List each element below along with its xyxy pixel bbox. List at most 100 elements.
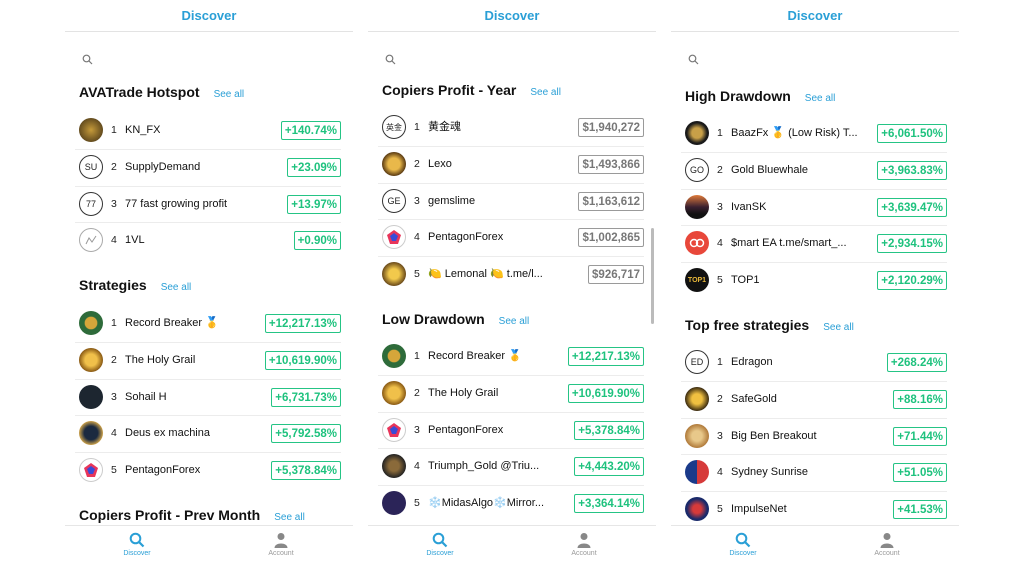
avatar xyxy=(382,344,406,368)
rank-number: 2 xyxy=(414,386,420,399)
tab-discover[interactable]: Discover xyxy=(97,532,177,557)
avatar xyxy=(79,311,103,335)
section-title: Low Drawdown xyxy=(382,311,485,327)
list-item[interactable]: TOP1 5 TOP1 +2,120.29% xyxy=(681,263,947,299)
list-item[interactable]: 2 The Holy Grail +10,619.90% xyxy=(378,376,644,413)
avatar: 英金 xyxy=(382,115,406,139)
list-item[interactable]: 4 $mart EA t.me/smart_... +2,934.15% xyxy=(681,226,947,264)
rank-number: 5 xyxy=(717,274,723,287)
list-item[interactable]: 4 PentagonForex $1,002,865 xyxy=(378,220,644,258)
discover-panel-3: Discover High Drawdown See all 1 BaazFx … xyxy=(671,0,959,572)
tab-label: Discover xyxy=(123,550,151,557)
list-item[interactable]: 1 Record Breaker 🥇 +12,217.13% xyxy=(378,339,644,376)
gain-badge: +12,217.13% xyxy=(567,347,644,366)
list-item[interactable]: 4 Deus ex machina +5,792.58% xyxy=(75,416,341,454)
list-item[interactable]: 3 Sohail H +6,731.73% xyxy=(75,380,341,417)
search-bar[interactable] xyxy=(368,32,656,65)
strategy-name: IvanSK xyxy=(731,200,767,213)
see-all-link[interactable]: See all xyxy=(161,282,192,293)
profit-badge: $1,940,272 xyxy=(578,118,644,137)
avatar xyxy=(382,262,406,287)
scrollbar[interactable] xyxy=(651,228,654,324)
list-item[interactable]: 3 Big Ben Breakout +71.44% xyxy=(681,419,947,456)
gain-badge: +4,443.20% xyxy=(574,457,644,477)
tab-account[interactable]: Account xyxy=(241,532,321,557)
list-item[interactable]: 2 SafeGold +88.16% xyxy=(681,382,947,419)
list-item[interactable]: GO 2 Gold Bluewhale +3,963.83% xyxy=(681,153,947,190)
avatar xyxy=(382,417,406,442)
list-item[interactable]: 1 Record Breaker 🥇 +12,217.13% xyxy=(75,306,341,343)
page-title: Discover xyxy=(671,0,959,32)
see-all-link[interactable]: See all xyxy=(274,512,305,523)
rank-number: 4 xyxy=(414,460,420,473)
strategy-name: ❄️MidasAlgo❄️Mirror... xyxy=(428,497,545,510)
tab-account[interactable]: Account xyxy=(544,532,624,557)
list-item[interactable]: 5 🍋 Lemonal 🍋 t.me/l... $926,717 xyxy=(378,257,644,293)
see-all-link[interactable]: See all xyxy=(214,89,245,100)
see-all-link[interactable]: See all xyxy=(530,87,561,98)
section-title: Strategies xyxy=(79,277,147,293)
list-item[interactable]: 2 The Holy Grail +10,619.90% xyxy=(75,343,341,380)
search-icon xyxy=(432,532,448,548)
gain-badge: +51.05% xyxy=(893,463,947,483)
discover-panel-2: Discover Copiers Profit - Year See all 英… xyxy=(368,0,656,572)
list-item[interactable]: 3 PentagonForex +5,378.84% xyxy=(378,413,644,450)
gain-badge: +23.09% xyxy=(287,157,341,177)
see-all-link[interactable]: See all xyxy=(823,322,854,333)
tab-account[interactable]: Account xyxy=(847,532,927,557)
list-item[interactable]: 3 IvanSK +3,639.47% xyxy=(681,190,947,227)
tab-label: Account xyxy=(268,550,294,557)
gain-badge: +71.44% xyxy=(893,426,947,446)
list-item[interactable]: 4 Sydney Sunrise +51.05% xyxy=(681,455,947,493)
gain-badge: +6,061.50% xyxy=(877,124,947,143)
list-item[interactable]: GE 3 gemslime $1,163,612 xyxy=(378,184,644,221)
rank-number: 1 xyxy=(717,356,723,368)
search-bar[interactable] xyxy=(65,32,353,65)
list-item[interactable]: 4 Triumph_Gold @Triu... +4,443.20% xyxy=(378,449,644,487)
rank-number: 4 xyxy=(414,231,420,244)
search-bar[interactable] xyxy=(671,32,959,65)
rank-number: 1 xyxy=(111,317,117,329)
rank-number: 2 xyxy=(717,392,723,405)
gain-badge: +10,619.90% xyxy=(264,350,341,370)
tab-discover[interactable]: Discover xyxy=(703,532,783,557)
avatar: 77 xyxy=(79,191,103,216)
list-item[interactable]: 4 1VL +0.90% xyxy=(75,223,341,259)
see-all-link[interactable]: See all xyxy=(805,93,836,104)
list-item[interactable]: 5 ❄️MidasAlgo❄️Mirror... +3,364.14% xyxy=(378,486,644,522)
section-title-top-free-strategies: Top free strategies See all xyxy=(671,317,959,333)
strategies-list: 1 Record Breaker 🥇 +12,217.13% 2 The Hol… xyxy=(65,306,353,489)
gain-badge: +3,639.47% xyxy=(877,197,947,217)
avatar xyxy=(79,118,103,142)
list-item[interactable]: 2 Lexo $1,493,866 xyxy=(378,147,644,184)
section-title-strategies: Strategies See all xyxy=(65,277,353,293)
strategy-name: Deus ex machina xyxy=(125,427,210,440)
gain-badge: +13.97% xyxy=(287,194,341,214)
tab-label: Account xyxy=(874,550,900,557)
list-item[interactable]: 77 3 77 fast growing profit +13.97% xyxy=(75,187,341,224)
rank-number: 5 xyxy=(111,464,117,477)
avatar xyxy=(685,460,709,485)
list-item[interactable]: 5 ImpulseNet +41.53% xyxy=(681,492,947,528)
list-item[interactable]: 5 PentagonForex +5,378.84% xyxy=(75,453,341,489)
see-all-link[interactable]: See all xyxy=(499,316,530,327)
rank-number: 3 xyxy=(111,390,117,403)
list-item[interactable]: 1 BaazFx 🥇 (Low Risk) T... +6,061.50% xyxy=(681,116,947,153)
profit-badge: $1,163,612 xyxy=(578,191,644,211)
user-icon xyxy=(880,533,894,548)
avatrade-hotspot-list: 1 KN_FX +140.74% SU 2 SupplyDemand +23.0… xyxy=(65,113,353,259)
avatar xyxy=(382,454,406,479)
gain-badge: +6,731.73% xyxy=(271,387,341,407)
user-icon xyxy=(274,533,288,548)
gain-badge: +2,120.29% xyxy=(877,271,947,291)
list-item[interactable]: 英金 1 黄金魂 $1,940,272 xyxy=(378,110,644,147)
list-item[interactable]: ED 1 Edragon +268.24% xyxy=(681,345,947,382)
strategy-name: SupplyDemand xyxy=(125,160,201,173)
rank-number: 1 xyxy=(414,350,420,362)
strategy-name: TOP1 xyxy=(731,274,760,287)
list-item[interactable]: 1 KN_FX +140.74% xyxy=(75,113,341,150)
strategy-name: PentagonForex xyxy=(428,423,504,436)
list-item[interactable]: SU 2 SupplyDemand +23.09% xyxy=(75,150,341,187)
tab-discover[interactable]: Discover xyxy=(400,532,480,557)
strategy-name: KN_FX xyxy=(125,124,161,136)
